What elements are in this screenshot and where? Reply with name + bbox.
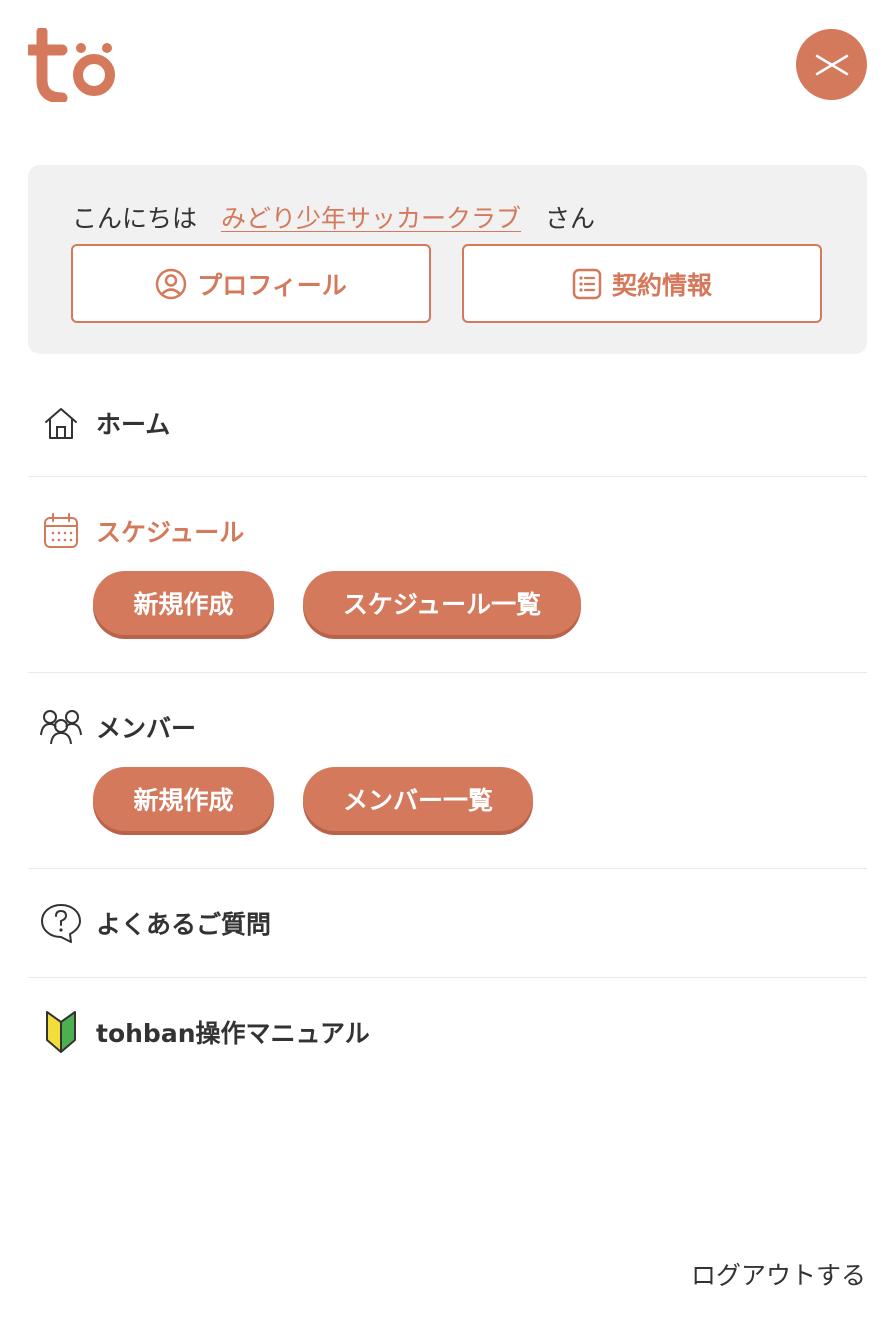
- people-icon: [40, 706, 82, 748]
- menu-item-member[interactable]: メンバー: [40, 706, 196, 748]
- divider: [28, 672, 867, 673]
- menu-item-faq[interactable]: よくあるご質問: [40, 902, 271, 944]
- contract-info-button[interactable]: 契約情報: [462, 244, 822, 323]
- menu-item-schedule[interactable]: スケジュール: [40, 510, 244, 552]
- menu-item-faq-label: よくあるご質問: [96, 910, 272, 939]
- logout-link[interactable]: ログアウトする: [691, 1256, 866, 1292]
- schedule-list-button[interactable]: スケジュール一覧: [303, 571, 581, 635]
- greeting-prefix: こんにちは: [72, 204, 198, 233]
- member-list-button[interactable]: メンバー一覧: [303, 767, 533, 831]
- menu-item-home[interactable]: ホーム: [40, 402, 170, 444]
- home-icon: [40, 402, 82, 444]
- schedule-new-button[interactable]: 新規作成: [93, 571, 274, 635]
- menu-item-manual[interactable]: tohban操作マニュアル: [40, 1011, 370, 1053]
- greeting-text: こんにちは みどり少年サッカークラブ さん: [72, 201, 595, 237]
- logo-mark: [24, 26, 115, 104]
- contract-button-label: 契約情報: [611, 270, 712, 300]
- menu-item-schedule-label: スケジュール: [96, 518, 245, 547]
- user-circle-icon: [155, 268, 187, 300]
- beginner-mark-icon: [40, 1011, 82, 1053]
- close-menu-button[interactable]: [796, 29, 867, 100]
- list-document-icon: [572, 268, 602, 300]
- calendar-icon: [40, 510, 82, 552]
- divider: [28, 977, 867, 978]
- greeting-card: こんにちは みどり少年サッカークラブ さん プロフィール 契約情報: [28, 165, 867, 354]
- profile-button-label: プロフィール: [197, 270, 347, 300]
- menu-item-member-label: メンバー: [96, 714, 197, 743]
- divider: [28, 476, 867, 477]
- divider: [28, 868, 867, 869]
- greeting-suffix: さん: [545, 204, 596, 233]
- club-name-link[interactable]: みどり少年サッカークラブ: [221, 204, 521, 233]
- profile-button[interactable]: プロフィール: [71, 244, 431, 323]
- menu-item-manual-label: tohban操作マニュアル: [96, 1019, 370, 1048]
- menu-item-home-label: ホーム: [96, 410, 171, 439]
- close-icon: [815, 54, 848, 75]
- brand-logo[interactable]: [24, 26, 118, 104]
- question-bubble-icon: [40, 902, 82, 944]
- member-new-button[interactable]: 新規作成: [93, 767, 274, 831]
